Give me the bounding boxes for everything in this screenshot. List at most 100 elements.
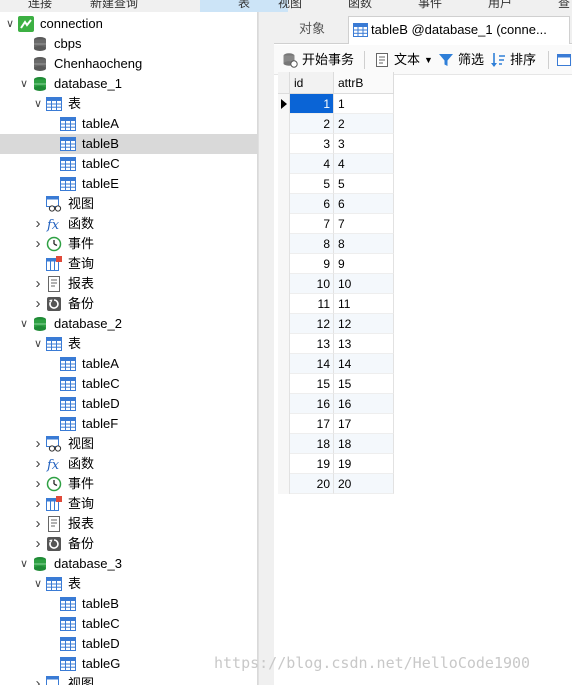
cell-id[interactable]: 10 xyxy=(290,274,334,294)
row-indicator[interactable] xyxy=(278,194,290,214)
tab-tableb[interactable]: tableB @database_1 (conne... xyxy=(348,16,570,44)
cell-id[interactable]: 18 xyxy=(290,434,334,454)
menu-item[interactable]: 视图 xyxy=(268,0,312,12)
tree-node[interactable]: › fx 函数 xyxy=(0,454,257,474)
collapsed-chevron-icon[interactable]: › xyxy=(32,434,44,454)
cell-attrb[interactable]: 11 xyxy=(334,294,394,314)
row-indicator[interactable] xyxy=(278,214,290,234)
expanded-chevron-icon[interactable]: ∨ xyxy=(32,94,44,114)
cell-id[interactable]: 2 xyxy=(290,114,334,134)
row-indicator[interactable] xyxy=(278,134,290,154)
row-indicator[interactable] xyxy=(278,434,290,454)
tree-node[interactable]: cbps xyxy=(0,34,257,54)
cell-id[interactable]: 16 xyxy=(290,394,334,414)
cell-attrb[interactable]: 6 xyxy=(334,194,394,214)
column-header-id[interactable]: id xyxy=(290,72,334,94)
table-row[interactable]: 33 xyxy=(278,134,394,154)
cell-attrb[interactable]: 3 xyxy=(334,134,394,154)
table-row[interactable]: 14 14 xyxy=(278,354,394,374)
text-button[interactable]: 文本 ▼ xyxy=(374,49,433,71)
cell-attrb[interactable]: 10 xyxy=(334,274,394,294)
cell-id[interactable]: 13 xyxy=(290,334,334,354)
expanded-chevron-icon[interactable]: ∨ xyxy=(18,314,30,334)
cell-id[interactable]: 11 xyxy=(290,294,334,314)
cell-attrb[interactable]: 4 xyxy=(334,154,394,174)
collapsed-chevron-icon[interactable]: › xyxy=(32,274,44,294)
row-indicator[interactable] xyxy=(278,394,290,414)
cell-id[interactable]: 19 xyxy=(290,454,334,474)
row-indicator[interactable] xyxy=(278,154,290,174)
menu-item[interactable]: 函数 xyxy=(338,0,382,12)
tree-node[interactable]: › 备份 xyxy=(0,294,257,314)
tree-node[interactable]: tableA xyxy=(0,114,257,134)
tree-node[interactable]: tableC xyxy=(0,374,257,394)
tree-node[interactable]: tableD xyxy=(0,634,257,654)
collapsed-chevron-icon[interactable]: › xyxy=(32,674,44,685)
row-indicator[interactable] xyxy=(278,114,290,134)
tree-node[interactable]: › 视图 xyxy=(0,434,257,454)
table-row[interactable]: 12 12 xyxy=(278,314,394,334)
tree-node[interactable]: 视图 xyxy=(0,194,257,214)
tree-node[interactable]: ∨ 表 xyxy=(0,94,257,114)
menu-item[interactable]: 新建查询 xyxy=(80,0,148,12)
tree-node[interactable]: tableC xyxy=(0,614,257,634)
cell-id[interactable]: 6 xyxy=(290,194,334,214)
tree-node[interactable]: › 报表 xyxy=(0,274,257,294)
tree-node[interactable]: › 报表 xyxy=(0,514,257,534)
collapsed-chevron-icon[interactable]: › xyxy=(32,514,44,534)
collapsed-chevron-icon[interactable]: › xyxy=(32,534,44,554)
sort-button[interactable]: 排序 xyxy=(490,49,538,71)
tree-node[interactable]: tableF xyxy=(0,414,257,434)
tree-node[interactable]: tableD xyxy=(0,394,257,414)
table-row[interactable]: 18 18 xyxy=(278,434,394,454)
row-indicator[interactable] xyxy=(278,354,290,374)
tree-node[interactable]: › 事件 xyxy=(0,234,257,254)
collapsed-chevron-icon[interactable]: › xyxy=(32,494,44,514)
cell-id[interactable]: 4 xyxy=(290,154,334,174)
table-row[interactable]: 22 xyxy=(278,114,394,134)
table-row[interactable]: 77 xyxy=(278,214,394,234)
cell-attrb[interactable]: 13 xyxy=(334,334,394,354)
row-indicator[interactable] xyxy=(278,294,290,314)
filter-button[interactable]: 筛选 xyxy=(438,49,486,71)
row-indicator[interactable] xyxy=(278,174,290,194)
table-row[interactable]: 11 xyxy=(278,94,394,114)
expanded-chevron-icon[interactable]: ∨ xyxy=(32,574,44,594)
collapsed-chevron-icon[interactable]: › xyxy=(32,294,44,314)
tree-node[interactable]: tableB xyxy=(0,594,257,614)
cell-id[interactable]: 9 xyxy=(290,254,334,274)
cell-id[interactable]: 7 xyxy=(290,214,334,234)
tree-node[interactable]: tableC xyxy=(0,154,257,174)
cell-id[interactable]: 14 xyxy=(290,354,334,374)
expanded-chevron-icon[interactable]: ∨ xyxy=(18,74,30,94)
tree-node[interactable]: › 查询 xyxy=(0,494,257,514)
tree-node[interactable]: › 视图 xyxy=(0,674,257,685)
tree-node[interactable]: ∨ connection xyxy=(0,14,257,34)
row-indicator[interactable] xyxy=(278,314,290,334)
cell-attrb[interactable]: 14 xyxy=(334,354,394,374)
tree-node[interactable]: › 事件 xyxy=(0,474,257,494)
tab-objects[interactable]: 对象 xyxy=(278,16,346,44)
table-row[interactable]: 17 17 xyxy=(278,414,394,434)
expanded-chevron-icon[interactable]: ∨ xyxy=(32,334,44,354)
table-row[interactable]: 10 10 xyxy=(278,274,394,294)
tree-node[interactable]: ∨ 表 xyxy=(0,334,257,354)
menu-item[interactable]: 用户 xyxy=(478,0,522,12)
tree-node[interactable]: tableE xyxy=(0,174,257,194)
current-row-arrow-icon[interactable] xyxy=(278,94,290,114)
tree-node[interactable]: 查询 xyxy=(0,254,257,274)
cell-id[interactable]: 17 xyxy=(290,414,334,434)
cell-id[interactable]: 20 xyxy=(290,474,334,494)
expanded-chevron-icon[interactable]: ∨ xyxy=(4,14,16,34)
expanded-chevron-icon[interactable]: ∨ xyxy=(18,554,30,574)
begin-transaction-button[interactable]: 开始事务 xyxy=(282,49,356,71)
tree-node[interactable]: ∨ 表 xyxy=(0,574,257,594)
menu-item[interactable]: 事件 xyxy=(408,0,452,12)
table-row[interactable]: 11 11 xyxy=(278,294,394,314)
menu-item[interactable]: 查 xyxy=(548,0,572,12)
tree-node[interactable]: tableB xyxy=(0,134,257,154)
tree-node[interactable]: ∨ database_1 xyxy=(0,74,257,94)
row-indicator[interactable] xyxy=(278,454,290,474)
import-button[interactable] xyxy=(556,49,572,71)
navigation-tree[interactable]: ∨ connection cbps Chenhaocheng ∨ database_1 ∨ 表… xyxy=(0,12,258,685)
